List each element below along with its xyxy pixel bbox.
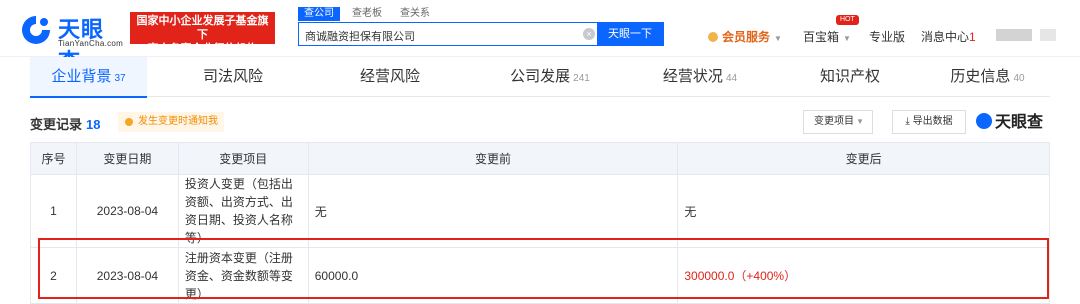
tab-label: 司法风险 bbox=[202, 68, 263, 85]
change-item-select[interactable]: 变更项目 ▼ bbox=[803, 110, 873, 134]
chevron-down-icon: ▼ bbox=[843, 34, 851, 43]
tab-judicial-risk[interactable]: 司法风险 bbox=[168, 57, 298, 97]
search-input[interactable]: 商诚融资担保有限公司 bbox=[305, 28, 415, 44]
search-button[interactable]: 天眼一下 bbox=[597, 23, 663, 45]
export-label: 导出数据 bbox=[912, 116, 953, 127]
table-header-row: 序号 变更日期 变更项目 变更前 变更后 bbox=[30, 142, 1050, 175]
crown-icon bbox=[708, 32, 718, 42]
search-type-tabs: 查公司 查老板 查关系 bbox=[298, 7, 436, 21]
user-name[interactable] bbox=[1040, 29, 1056, 41]
search-tab-boss[interactable]: 查老板 bbox=[346, 7, 388, 21]
watermark-text: 天眼查 bbox=[995, 114, 1044, 131]
cell-date: 2023-08-04 bbox=[75, 247, 179, 304]
tab-operating-status[interactable]: 经营状况 44 bbox=[635, 57, 765, 97]
pro-version-link[interactable]: 专业版 bbox=[869, 28, 905, 45]
cell-no: 1 bbox=[30, 174, 77, 248]
tab-count: 241 bbox=[573, 73, 590, 84]
cell-item: 注册资本变更（注册资金、资金数额等变更） bbox=[177, 247, 309, 304]
table-row: 1 2023-08-04 投资人变更（包括出资额、出资方式、出资日期、投资人名称… bbox=[30, 174, 1050, 248]
clear-icon[interactable]: × bbox=[583, 28, 595, 40]
tianyancha-logo[interactable]: 天眼查 TianYanCha.com bbox=[18, 6, 126, 74]
cell-before: 无 bbox=[307, 174, 679, 248]
badge-line-2: 官方备案企业征信机构 bbox=[147, 43, 258, 55]
search-tab-company[interactable]: 查公司 bbox=[298, 7, 340, 21]
message-center-link[interactable]: 消息中心1 bbox=[921, 28, 976, 45]
tab-company-development[interactable]: 公司发展 241 bbox=[485, 57, 615, 97]
tab-count: 40 bbox=[1013, 73, 1025, 84]
logo-mark-icon bbox=[976, 113, 992, 129]
hot-tag: HOT bbox=[836, 15, 859, 25]
badge-line-1: 国家中小企业发展子基金旗下 bbox=[136, 15, 269, 41]
official-badge: 国家中小企业发展子基金旗下 官方备案企业征信机构 bbox=[130, 12, 275, 55]
change-record-table: 序号 变更日期 变更项目 变更前 变更后 1 2023-08-04 投资人变更（… bbox=[30, 142, 1050, 304]
avatar[interactable] bbox=[996, 29, 1032, 41]
tab-label: 公司发展 bbox=[510, 68, 571, 85]
tab-label: 历史信息 bbox=[950, 68, 1011, 85]
change-record-section: 变更记录 18 发生变更时通知我 变更项目 ▼ ⤓ 导出数据 天眼查 序号 变更日期… bbox=[30, 98, 1050, 304]
cell-no: 2 bbox=[30, 247, 77, 304]
watermark-logo: 天眼查 bbox=[976, 108, 1043, 132]
main-tabs: 企业背景 37 司法风险 经营风险 公司发展 241 经营状况 44 知识产权 历史信… bbox=[30, 57, 1050, 98]
notify-on-change-button[interactable]: 发生变更时通知我 bbox=[118, 112, 224, 132]
logo-mark-icon bbox=[22, 16, 50, 44]
tab-label: 企业背景 bbox=[51, 68, 112, 85]
header-date: 变更日期 bbox=[75, 142, 179, 175]
export-data-button[interactable]: ⤓ 导出数据 bbox=[892, 110, 966, 134]
search-box: 商诚融资担保有限公司 × 天眼一下 bbox=[298, 22, 664, 46]
vip-service-menu[interactable]: 会员服务 ▼ bbox=[708, 28, 782, 45]
header-item: 变更项目 bbox=[177, 142, 309, 175]
cell-after: 300000.0（+400%） bbox=[677, 247, 1050, 304]
message-count: 1 bbox=[969, 30, 976, 44]
export-icon: ⤓ bbox=[905, 116, 913, 127]
tab-enterprise-background[interactable]: 企业背景 37 bbox=[30, 57, 147, 98]
chevron-down-icon: ▼ bbox=[856, 117, 864, 126]
tab-intellectual-property[interactable]: 知识产权 bbox=[785, 57, 915, 97]
header-no: 序号 bbox=[30, 142, 77, 175]
header-before: 变更前 bbox=[307, 142, 679, 175]
tab-count: 37 bbox=[114, 73, 126, 84]
section-title-text: 变更记录 bbox=[30, 117, 83, 132]
tab-label: 经营风险 bbox=[359, 68, 420, 85]
tab-historical-info[interactable]: 历史信息 40 bbox=[925, 57, 1050, 97]
cell-after: 无 bbox=[677, 174, 1050, 248]
vip-label: 会员服务 bbox=[722, 30, 771, 44]
search-tab-relation[interactable]: 查关系 bbox=[394, 7, 436, 21]
cell-before: 60000.0 bbox=[307, 247, 679, 304]
section-title: 变更记录 18 bbox=[30, 114, 100, 133]
cell-date: 2023-08-04 bbox=[75, 174, 179, 248]
top-navbar: 天眼查 TianYanCha.com 国家中小企业发展子基金旗下 官方备案企业征… bbox=[0, 0, 1080, 74]
treasure-label: 百宝箱 bbox=[803, 30, 840, 44]
message-center-label: 消息中心 bbox=[921, 30, 970, 44]
cell-item: 投资人变更（包括出资额、出资方式、出资日期、投资人名称等） bbox=[177, 174, 309, 248]
header-after: 变更后 bbox=[677, 142, 1050, 175]
select-label: 变更项目 bbox=[814, 116, 854, 127]
tab-label: 经营状况 bbox=[662, 68, 723, 85]
tab-label: 知识产权 bbox=[819, 68, 880, 85]
tab-business-risk[interactable]: 经营风险 bbox=[325, 57, 455, 97]
tab-count: 44 bbox=[725, 73, 738, 84]
table-row: 2 2023-08-04 注册资本变更（注册资金、资金数额等变更） 60000.… bbox=[30, 247, 1050, 304]
logo-subtext: TianYanCha.com bbox=[58, 39, 124, 48]
treasure-box-menu[interactable]: 百宝箱 ▼ bbox=[803, 28, 851, 45]
chevron-down-icon: ▼ bbox=[774, 34, 782, 43]
section-count: 18 bbox=[86, 117, 101, 132]
